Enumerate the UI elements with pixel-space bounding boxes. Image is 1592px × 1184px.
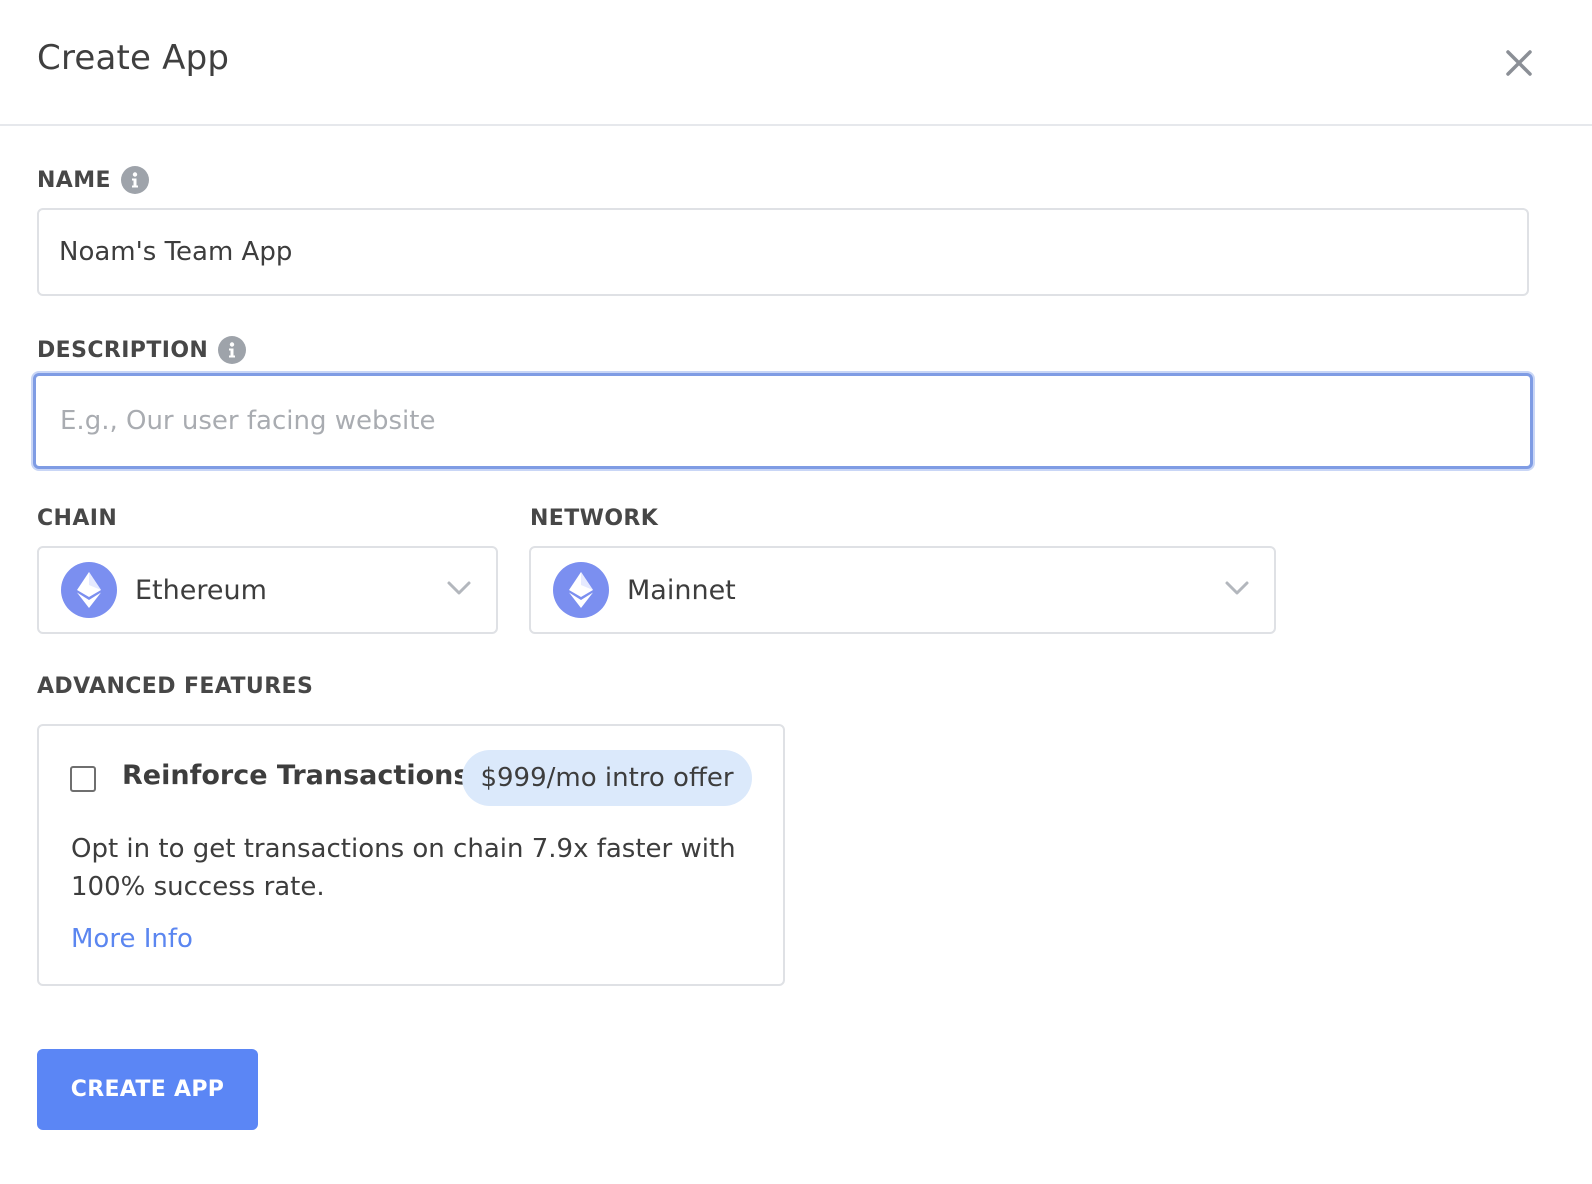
network-label-text: NETWORK [530,506,659,531]
advanced-features-label-text: ADVANCED FEATURES [37,674,314,699]
modal-title: Create App [37,38,230,78]
create-app-button[interactable]: CREATE APP [37,1049,258,1130]
name-input[interactable] [37,208,1529,296]
description-label-text: DESCRIPTION [37,337,209,363]
ethereum-icon [553,562,609,618]
name-label: NAME [37,166,149,194]
create-app-modal: Create App NAME DESCRIPTION [0,0,1592,1184]
chain-label: CHAIN [37,506,117,531]
more-info-link[interactable]: More Info [71,924,193,954]
advanced-features-label: ADVANCED FEATURES [37,674,313,699]
info-icon[interactable] [120,166,149,194]
chevron-down-icon [446,580,472,600]
description-input[interactable] [33,373,1533,469]
description-label: DESCRIPTION [37,336,247,364]
feature-description: Opt in to get transactions on chain 7.9x… [71,834,736,902]
price-badge: $999/mo intro offer [462,750,752,806]
network-select[interactable]: Mainnet [529,546,1276,634]
chain-select[interactable]: Ethereum [37,546,498,634]
info-icon[interactable] [218,336,247,364]
chain-label-text: CHAIN [37,506,118,531]
close-icon[interactable] [1500,44,1538,82]
reinforce-transactions-card: Reinforce Transactions $999/mo intro off… [37,724,785,986]
network-selected-value: Mainnet [627,574,736,606]
network-label: NETWORK [530,506,658,531]
reinforce-transactions-checkbox[interactable] [70,766,96,792]
chain-selected-value: Ethereum [135,574,267,606]
ethereum-icon [61,562,117,618]
name-label-text: NAME [37,167,111,193]
modal-header: Create App [0,0,1592,126]
chevron-down-icon [1224,580,1250,600]
feature-title: Reinforce Transactions [122,760,470,791]
